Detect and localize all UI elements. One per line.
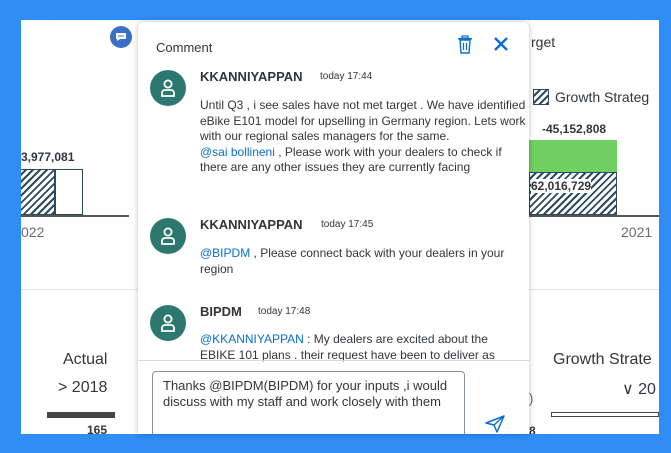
bar-value-left: 3,977,081: [21, 150, 75, 164]
comment-author: BIPDM: [200, 304, 242, 319]
comment-panel: Comment KKANNIYAPPAN today 17:44 Until Q…: [138, 22, 529, 434]
comment-input[interactable]: Thanks @BIPDM(BIPDM) for your inputs ,i …: [152, 371, 465, 434]
comment-indicator-icon[interactable]: [110, 26, 132, 48]
growth-label: Growth Strate: [553, 351, 652, 368]
bar-right-green: [529, 140, 617, 172]
legend-label-growth: Growth Strateg: [555, 89, 650, 105]
bar-value-right-top: -45,152,808: [542, 122, 607, 136]
user-avatar-icon: [150, 70, 186, 106]
year-right: 2021: [621, 224, 653, 240]
legend-hatch-swatch: [533, 89, 549, 105]
axis-left: [21, 215, 129, 217]
close-icon[interactable]: [492, 35, 510, 53]
comment-time: today 17:45: [321, 219, 374, 230]
mention-link[interactable]: @KKANNIYAPPAN: [200, 332, 304, 346]
actual-year-selector[interactable]: > 2018: [58, 379, 107, 397]
actual-small-value: 165: [87, 423, 108, 434]
chart-title-fragment: rget: [531, 34, 556, 50]
comment-body: Until Q3 , i see sales have not met targ…: [200, 98, 526, 176]
bar-left-hatched: [21, 169, 55, 215]
mention-link[interactable]: @sai bollineni: [200, 145, 275, 159]
delete-icon[interactable]: [456, 35, 474, 55]
growth-year-selector[interactable]: ∨ 20: [622, 379, 656, 399]
growth-progress-bar: [551, 412, 659, 417]
comment-body: @BIPDM , Please connect back with your d…: [200, 246, 526, 277]
comment-author: KKANNIYAPPAN: [200, 217, 303, 232]
comment-body: @KKANNIYAPPAN : My dealers are excited a…: [200, 332, 526, 363]
actual-label: Actual: [63, 351, 108, 368]
comment-time: today 17:44: [320, 71, 373, 82]
user-avatar-icon: [150, 218, 186, 254]
actual-progress-bar: [47, 412, 115, 418]
growth-small-value: 8: [529, 424, 536, 434]
panel-title: Comment: [156, 40, 213, 55]
comment-author: KKANNIYAPPAN: [200, 69, 303, 84]
year-left: 022: [21, 224, 45, 240]
bar-value-right: 62,016,729: [531, 179, 592, 193]
comment-time: today 17:48: [258, 306, 311, 317]
mention-link[interactable]: @BIPDM: [200, 246, 250, 260]
user-avatar-icon: [150, 305, 186, 341]
bar-left-outline: [55, 169, 83, 215]
composer-divider: [138, 360, 529, 361]
comment-text: Until Q3 , i see sales have not met targ…: [200, 98, 526, 143]
axis-right: [529, 215, 659, 217]
send-icon[interactable]: [484, 414, 506, 434]
